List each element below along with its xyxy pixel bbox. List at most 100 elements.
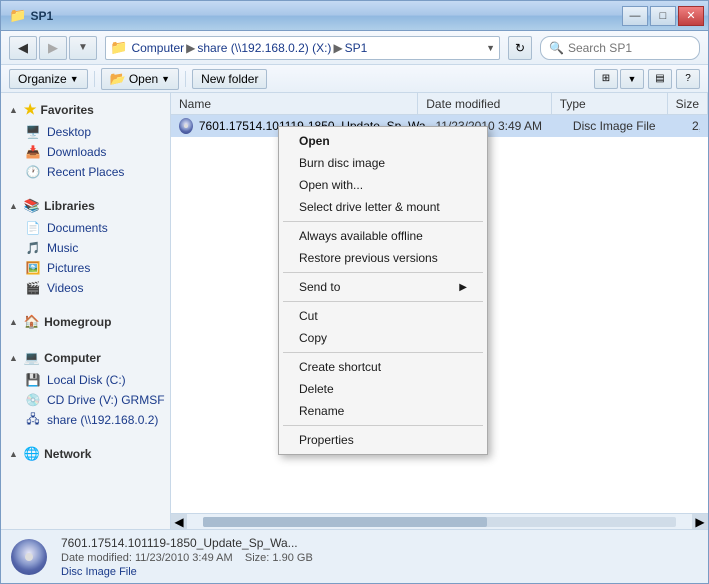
music-label: Music [47,241,78,255]
address-bar[interactable]: 📁 Computer ▶ share (\\192.168.0.2) (X:) … [105,36,500,60]
ctx-cut-label: Cut [299,309,318,323]
title-controls: — □ ✕ [622,6,704,26]
address-sp1[interactable]: SP1 [345,41,368,55]
sidebar-item-music[interactable]: 🎵 Music [1,238,170,258]
col-header-name[interactable]: Name [171,93,418,114]
favorites-header[interactable]: ▲ ★ Favorites [1,97,170,122]
spacer-2 [1,302,170,310]
scroll-thumb[interactable] [203,517,487,527]
sidebar-item-cd-drive[interactable]: 💿 CD Drive (V:) GRMSF [1,390,170,410]
search-input[interactable] [568,41,691,55]
libraries-header[interactable]: ▲ 📚 Libraries [1,194,170,218]
horizontal-scrollbar[interactable]: ◀ ▶ [171,513,708,529]
sidebar-item-network-share[interactable]: 🖧 share (\\192.168.0.2) [1,410,170,430]
address-toolbar: ◀ ▶ ▼ 📁 Computer ▶ share (\\192.168.0.2)… [1,31,708,65]
ctx-item-properties[interactable]: Properties [279,429,487,451]
network-share-icon: 🖧 [25,412,41,428]
libraries-chevron-icon: ▲ [9,201,18,211]
ctx-item-restore[interactable]: Restore previous versions [279,247,487,269]
sidebar-item-documents[interactable]: 📄 Documents [1,218,170,238]
sidebar-item-pictures[interactable]: 🖼️ Pictures [1,258,170,278]
search-box: 🔍 [540,36,700,60]
ctx-create-shortcut-label: Create shortcut [299,360,381,374]
cd-drive-label: CD Drive (V:) GRMSF [47,393,165,407]
open-arrow-icon: ▼ [161,74,170,84]
title-bar: 📁 SP1 — □ ✕ [1,1,708,31]
sidebar-item-downloads[interactable]: 📥 Downloads [1,142,170,162]
organize-button[interactable]: Organize ▼ [9,69,88,89]
network-icon: 🌐 [24,446,40,462]
sidebar-item-recent-places[interactable]: 🕐 Recent Places [1,162,170,182]
downloads-icon: 📥 [25,144,41,160]
forward-button[interactable]: ▶ [39,36,67,60]
folder-icon-title: 📁 [9,7,26,24]
view-arrow-button[interactable]: ▼ [620,69,644,89]
ctx-item-copy[interactable]: Copy [279,327,487,349]
minimize-button[interactable]: — [622,6,648,26]
organize-arrow-icon: ▼ [70,74,79,84]
ctx-item-open-with[interactable]: Open with... [279,174,487,196]
close-button[interactable]: ✕ [678,6,704,26]
status-date-meta: Date modified: 11/23/2010 3:49 AM Size: … [61,552,313,564]
ctx-item-create-shortcut[interactable]: Create shortcut [279,356,487,378]
view-toggle-button[interactable]: ⊞ [594,69,618,89]
ctx-item-burn[interactable]: Burn disc image [279,152,487,174]
up-button[interactable]: ▼ [69,36,97,60]
spacer-4 [1,434,170,442]
address-computer[interactable]: Computer [131,41,184,55]
ctx-item-select-drive[interactable]: Select drive letter & mount [279,196,487,218]
computer-header[interactable]: ▲ 💻 Computer [1,346,170,370]
column-headers: Name Date modified Type Size [171,93,708,115]
ctx-separator-1 [283,221,483,222]
network-label: Network [44,447,91,461]
view-buttons: ⊞ ▼ ▤ ? [594,69,700,89]
sidebar-item-local-disk[interactable]: 💾 Local Disk (C:) [1,370,170,390]
documents-label: Documents [47,221,108,235]
help-button[interactable]: ? [676,69,700,89]
explorer-window: 📁 SP1 — □ ✕ ◀ ▶ ▼ 📁 Computer ▶ share (\\… [0,0,709,584]
pictures-label: Pictures [47,261,90,275]
open-button[interactable]: 📂 Open ▼ [101,68,179,90]
details-pane-button[interactable]: ▤ [648,69,672,89]
homegroup-section: ▲ 🏠 Homegroup [1,310,170,334]
homegroup-label: Homegroup [44,315,111,329]
address-dropdown-icon[interactable]: ▼ [486,43,495,53]
col-header-date[interactable]: Date modified [418,93,551,114]
back-button[interactable]: ◀ [9,36,37,60]
context-menu: Open Burn disc image Open with... Select… [278,126,488,455]
status-date-value: 11/23/2010 3:49 AM [135,552,233,564]
downloads-label: Downloads [47,145,106,159]
favorites-star-icon: ★ [24,101,37,118]
col-header-size[interactable]: Size [668,93,708,114]
new-folder-button[interactable]: New folder [192,69,267,89]
ctx-item-offline[interactable]: Always available offline [279,225,487,247]
computer-icon: 💻 [24,350,40,366]
scroll-left-button[interactable]: ◀ [171,514,187,530]
window-title: SP1 [30,9,53,23]
scroll-right-button[interactable]: ▶ [692,514,708,530]
ctx-separator-3 [283,301,483,302]
scroll-track [203,517,676,527]
title-bar-left: 📁 SP1 [9,7,53,24]
ctx-item-rename[interactable]: Rename [279,400,487,422]
sidebar-item-videos[interactable]: 🎬 Videos [1,278,170,298]
videos-label: Videos [47,281,83,295]
homegroup-header[interactable]: ▲ 🏠 Homegroup [1,310,170,334]
sidebar-item-desktop[interactable]: 🖥️ Desktop [1,122,170,142]
ctx-item-open[interactable]: Open [279,130,487,152]
ctx-item-send-to[interactable]: Send to ▶ [279,276,487,298]
view-toggle-icon: ⊞ [602,73,610,84]
favorites-section: ▲ ★ Favorites 🖥️ Desktop 📥 Downloads 🕐 R… [1,97,170,182]
local-disk-label: Local Disk (C:) [47,373,126,387]
ctx-separator-2 [283,272,483,273]
address-share[interactable]: share (\\192.168.0.2) (X:) [197,41,331,55]
network-header[interactable]: ▲ 🌐 Network [1,442,170,466]
network-chevron-icon: ▲ [9,449,18,459]
refresh-button[interactable]: ↻ [508,36,532,60]
ctx-item-cut[interactable]: Cut [279,305,487,327]
maximize-button[interactable]: □ [650,6,676,26]
cmd-separator-1 [94,71,95,87]
local-disk-icon: 💾 [25,372,41,388]
ctx-item-delete[interactable]: Delete [279,378,487,400]
col-header-type[interactable]: Type [552,93,668,114]
